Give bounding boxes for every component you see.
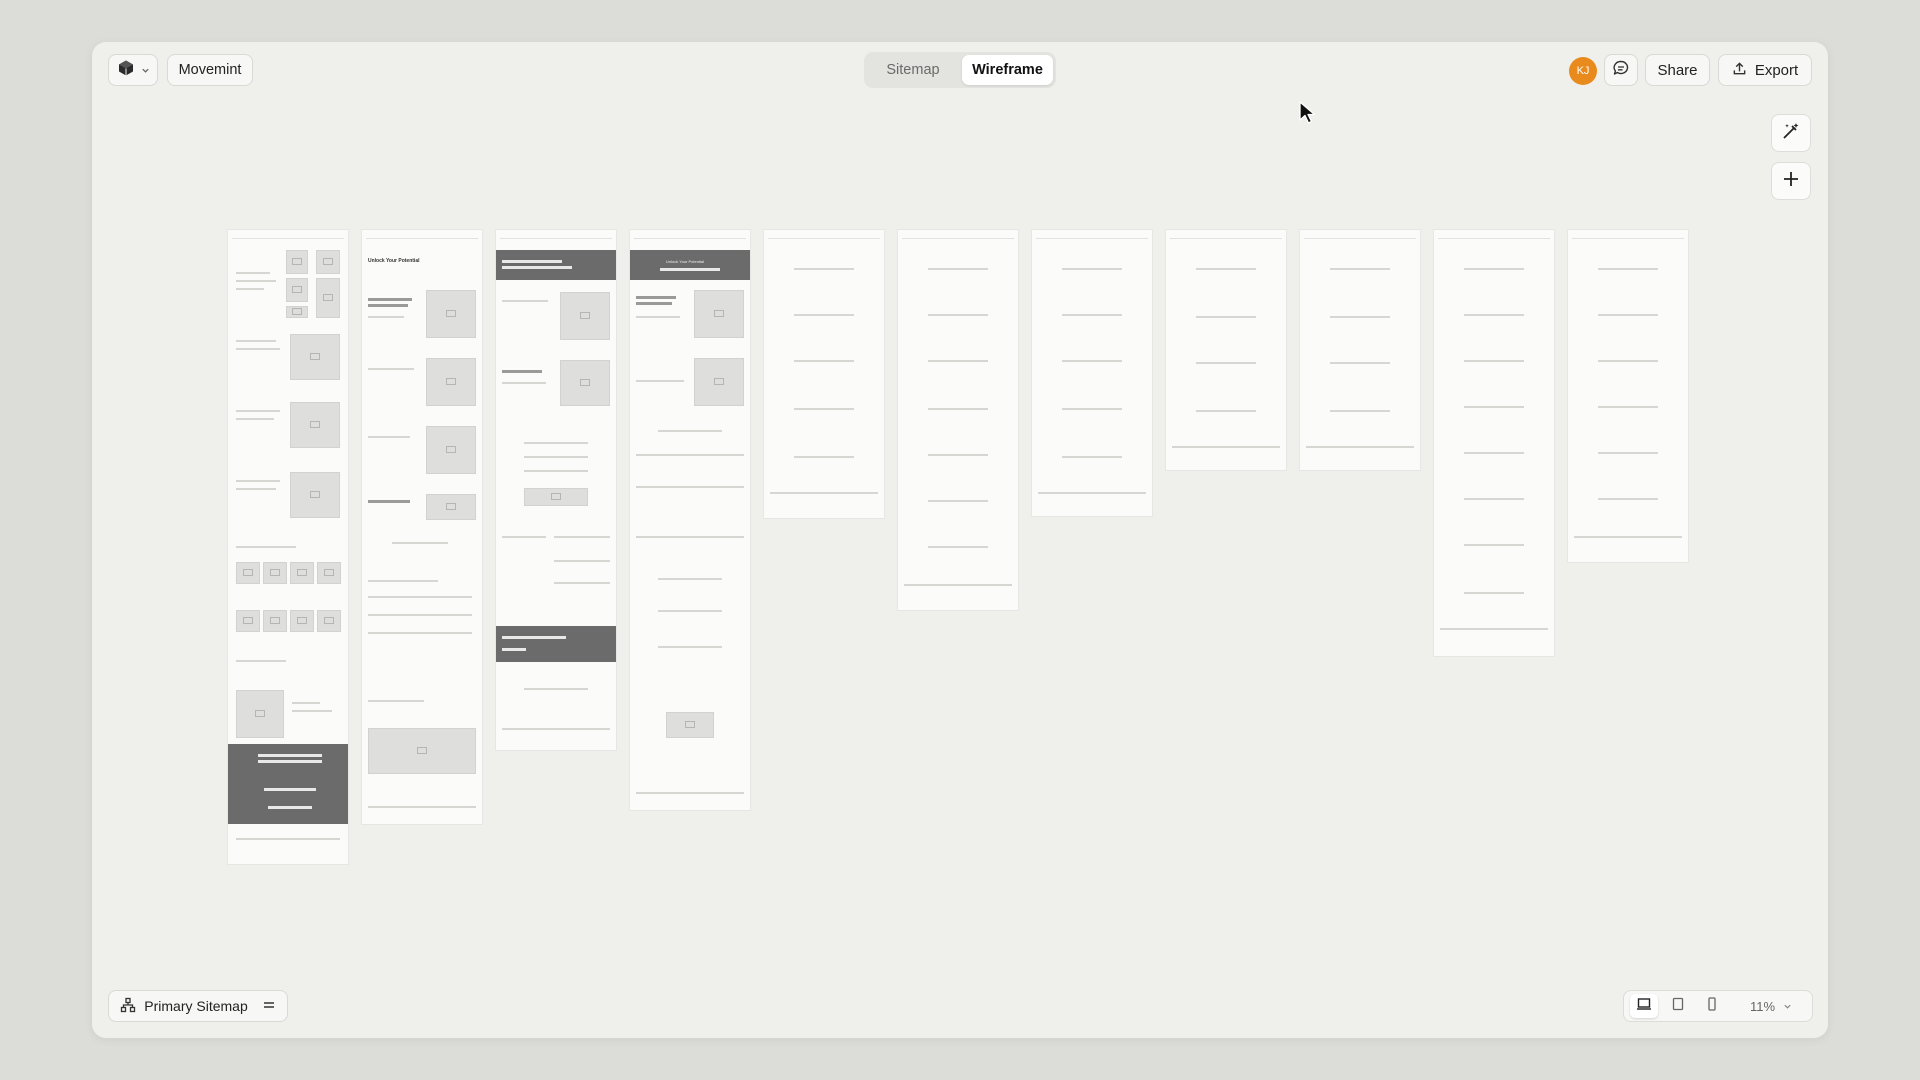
export-label: Export <box>1754 61 1799 79</box>
menu-icon <box>262 998 276 1015</box>
app-menu-button[interactable] <box>108 54 158 86</box>
cube-icon <box>117 59 135 81</box>
sitemap-selector-label: Primary Sitemap <box>144 998 248 1014</box>
wireframe-page[interactable] <box>764 230 884 518</box>
wireframe-page[interactable] <box>898 230 1018 610</box>
wireframe-page[interactable] <box>1166 230 1286 470</box>
desktop-view-button[interactable] <box>1630 994 1658 1018</box>
share-button[interactable]: Share <box>1645 54 1710 86</box>
page-title: Unlock Your Potential <box>368 258 420 264</box>
project-name-button[interactable]: Movemint <box>167 54 253 86</box>
wireframe-page[interactable] <box>228 230 348 864</box>
sitemap-tree-icon <box>120 997 136 1016</box>
wireframe-page[interactable] <box>1434 230 1554 656</box>
wireframe-page[interactable]: Unlock Your Potential <box>630 230 750 810</box>
app-window: Movemint Sitemap Wireframe KJ Share Expo… <box>92 42 1828 1038</box>
sitemap-selector[interactable]: Primary Sitemap <box>108 990 288 1022</box>
wireframe-page[interactable] <box>1300 230 1420 470</box>
comments-button[interactable] <box>1604 54 1638 86</box>
chevron-down-icon <box>141 62 150 79</box>
desktop-icon <box>1636 997 1652 1016</box>
mobile-icon <box>1706 996 1718 1016</box>
wireframe-page[interactable]: Unlock Your Potential <box>362 230 482 824</box>
comment-icon <box>1612 59 1630 81</box>
avatar[interactable]: KJ <box>1569 57 1597 85</box>
wireframe-page[interactable] <box>1032 230 1152 516</box>
zoom-level: 11% <box>1750 998 1776 1014</box>
tab-wireframe[interactable]: Wireframe <box>962 55 1053 85</box>
tab-sitemap[interactable]: Sitemap <box>868 55 958 85</box>
view-toggle: Sitemap Wireframe <box>864 52 1056 88</box>
mobile-view-button[interactable] <box>1698 994 1726 1018</box>
chevron-down-icon <box>1783 999 1792 1014</box>
page-title: Unlock Your Potential <box>666 259 705 264</box>
mouse-cursor-icon <box>1298 100 1318 131</box>
device-view-controls: 11% <box>1623 990 1813 1022</box>
wireframe-page[interactable] <box>496 230 616 750</box>
wireframe-canvas[interactable]: Unlock Your Potential Unlock Your Potent… <box>92 102 1828 972</box>
tablet-view-button[interactable] <box>1664 994 1692 1018</box>
wireframe-page[interactable] <box>1568 230 1688 562</box>
export-button[interactable]: Export <box>1718 54 1812 86</box>
upload-icon <box>1732 61 1747 80</box>
tablet-icon <box>1671 997 1685 1016</box>
zoom-dropdown[interactable]: 11% <box>1750 991 1792 1021</box>
